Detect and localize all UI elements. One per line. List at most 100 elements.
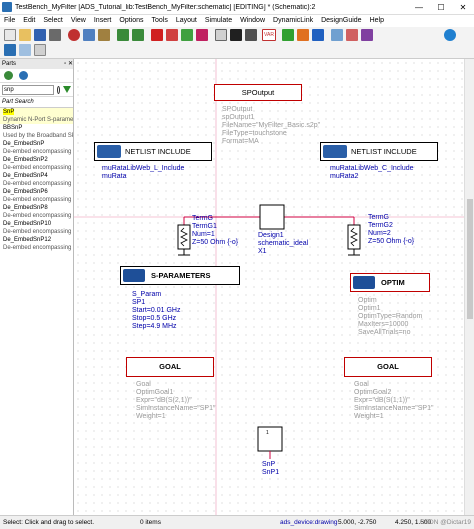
vertical-scrollbar[interactable]: [464, 59, 474, 515]
snp-port-label: 1: [266, 430, 269, 436]
netlist-icon-1: [97, 145, 121, 158]
rotate-icon[interactable]: [181, 29, 193, 41]
print-icon[interactable]: [49, 29, 61, 41]
tune-icon[interactable]: [297, 29, 309, 41]
sp-sim-icon: [123, 269, 145, 282]
status-items: 0 items: [140, 519, 161, 526]
list-item[interactable]: De_EmbedSnP6: [0, 188, 73, 196]
term2-params[interactable]: TermG TermG2 Num=2 Z=50 Ohm {-o}: [368, 214, 414, 246]
goal-block-1[interactable]: GOAL: [126, 357, 214, 377]
delete-icon[interactable]: [151, 29, 163, 41]
parts-toolbar: [0, 69, 73, 83]
list-icon[interactable]: [34, 44, 46, 56]
list-item-desc: De-embed encompassing S: [3, 165, 73, 171]
list-item[interactable]: De_EmbedSnP8: [0, 204, 73, 212]
watermark: CSDN @Dictar19: [420, 519, 472, 526]
s-parameters-block[interactable]: S-PARAMETERS: [120, 266, 240, 285]
simulate-icon[interactable]: [282, 29, 294, 41]
parts-search: [0, 83, 73, 97]
menu-window[interactable]: Window: [236, 15, 269, 27]
new-icon[interactable]: [4, 29, 16, 41]
minimize-button[interactable]: —: [408, 0, 430, 15]
optim-icon: [353, 276, 375, 289]
parts-panel: Parts ▫ ✕ Part Search SnP Dynamic N-Port…: [0, 59, 74, 515]
search-icon[interactable]: [57, 85, 60, 94]
goal-2-params: Goal OptimGoal2 Expr="dB(S(1,1))" SimIns…: [354, 381, 434, 420]
snp-params[interactable]: SnP SnP1: [262, 461, 279, 477]
close-button[interactable]: ✕: [452, 0, 474, 15]
undo-icon[interactable]: [117, 29, 129, 41]
var-icon[interactable]: VAR: [262, 29, 276, 41]
list-item-desc: De-embed encompassing S: [3, 197, 73, 203]
menu-tools[interactable]: Tools: [148, 15, 172, 27]
parts-header: Parts ▫ ✕: [0, 59, 73, 69]
status-hint: Select: Click and drag to select.: [3, 519, 95, 526]
netlist-include-1[interactable]: NETLIST INCLUDE: [94, 142, 212, 161]
status-coords: 5.000, -2.750: [338, 519, 377, 526]
menu-simulate[interactable]: Simulate: [201, 15, 236, 27]
app-icon: [2, 2, 12, 12]
menu-file[interactable]: File: [0, 15, 19, 27]
list-item[interactable]: De_EmbedSnP12: [0, 236, 73, 244]
maximize-button[interactable]: ☐: [430, 0, 452, 15]
open-icon[interactable]: [19, 29, 31, 41]
zoom-icon[interactable]: [215, 29, 227, 41]
list-item[interactable]: SnP: [0, 108, 73, 116]
menu-view[interactable]: View: [67, 15, 90, 27]
list-item[interactable]: De_EmbedSnP4: [0, 172, 73, 180]
menu-designguide[interactable]: DesignGuide: [317, 15, 365, 27]
list-item-desc: De-embed encompassing S: [3, 229, 73, 235]
mirror-icon[interactable]: [166, 29, 178, 41]
toolbar: VAR: [0, 27, 474, 59]
spoutput-label: SPOutput: [241, 88, 275, 97]
redo-icon[interactable]: [132, 29, 144, 41]
list-item[interactable]: De_EmbedSnP10: [0, 220, 73, 228]
settings-icon[interactable]: [4, 71, 13, 80]
menu-edit[interactable]: Edit: [19, 15, 39, 27]
list-item[interactable]: De_EmbedSnP: [0, 140, 73, 148]
netlist-icon[interactable]: [312, 29, 324, 41]
wire-icon[interactable]: [230, 29, 242, 41]
component-icon[interactable]: [346, 29, 358, 41]
menu-help[interactable]: Help: [366, 15, 388, 27]
term1-params[interactable]: TermG TermG1 Num=1 Z=50 Ohm {-o}: [192, 215, 238, 247]
scrollbar-thumb[interactable]: [467, 199, 473, 319]
menu-select[interactable]: Select: [39, 15, 66, 27]
pin-icon[interactable]: ▫ ✕: [64, 59, 73, 69]
history-icon[interactable]: [19, 44, 31, 56]
netlist-1-params: muRataLibWeb_L_Include muRata: [102, 165, 185, 180]
paste-icon[interactable]: [98, 29, 110, 41]
ground-icon[interactable]: [245, 29, 257, 41]
menu-dynamiclink[interactable]: DynamicLink: [269, 15, 317, 27]
schematic-canvas[interactable]: SPOutput SPOutput spOutput1 FileName="My…: [74, 59, 464, 515]
parts-category[interactable]: Part Search: [0, 97, 73, 108]
menu-layout[interactable]: Layout: [172, 15, 201, 27]
spoutput-block[interactable]: SPOutput: [214, 84, 302, 101]
history-clock-icon[interactable]: [19, 71, 28, 80]
layout-icon[interactable]: [331, 29, 343, 41]
help-icon[interactable]: [444, 29, 456, 41]
status-layer: ads_device:drawing: [280, 519, 338, 526]
menu-options[interactable]: Options: [115, 15, 147, 27]
copy-icon[interactable]: [83, 29, 95, 41]
save-icon[interactable]: [34, 29, 46, 41]
component-palette-icon[interactable]: [4, 44, 16, 56]
parts-search-input[interactable]: [2, 84, 54, 95]
netlist-icon-2: [323, 145, 347, 158]
cut-icon[interactable]: [68, 29, 80, 41]
goal-block-2[interactable]: GOAL: [344, 357, 432, 377]
netlist-include-2[interactable]: NETLIST INCLUDE: [320, 142, 438, 161]
library-icon[interactable]: [361, 29, 373, 41]
parts-title: Parts: [2, 61, 17, 67]
menu-insert[interactable]: Insert: [90, 15, 116, 27]
list-item[interactable]: De_EmbedSnP2: [0, 156, 73, 164]
spoutput-params: SPOutput spOutput1 FileName="MyFilter_Ba…: [222, 106, 321, 145]
design-params[interactable]: Design1 schematic_ideal X1: [258, 232, 308, 256]
parts-list: SnP Dynamic N-Port S-paramet BBSnP Used …: [0, 108, 73, 252]
list-item-desc: De-embed encompassing S: [3, 149, 73, 155]
goal-1-params: Goal OptimGoal1 Expr="dB(S(2,1))" SimIns…: [136, 381, 216, 420]
list-item[interactable]: BBSnP: [0, 124, 73, 132]
optim-block[interactable]: OPTIM: [350, 273, 430, 292]
move-icon[interactable]: [196, 29, 208, 41]
filter-icon[interactable]: [63, 86, 71, 93]
